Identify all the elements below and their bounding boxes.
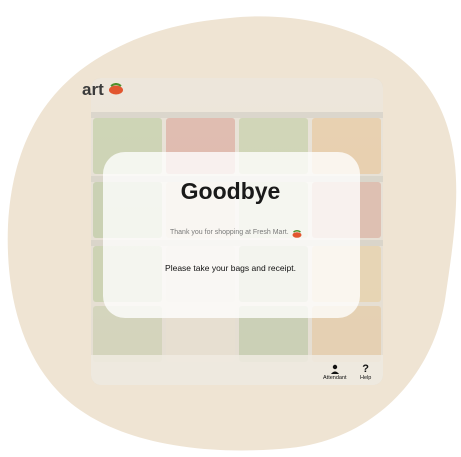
thanks-message: Thank you for shopping at Fresh Mart.: [170, 229, 289, 236]
question-icon: ?: [362, 363, 370, 375]
tomato-logo-icon: [109, 83, 123, 95]
instruction-text: Please take your bags and receipt.: [165, 263, 296, 273]
attendant-label: Attendant: [323, 375, 347, 381]
help-button[interactable]: ? Help: [360, 363, 372, 382]
store-logo-text: art: [82, 80, 104, 99]
dialog-title: Goodbye: [180, 178, 281, 204]
person-icon: [330, 364, 339, 374]
attendant-button[interactable]: Attendant: [323, 364, 347, 381]
help-label: Help: [360, 375, 372, 381]
tomato-logo-icon: [292, 230, 302, 238]
